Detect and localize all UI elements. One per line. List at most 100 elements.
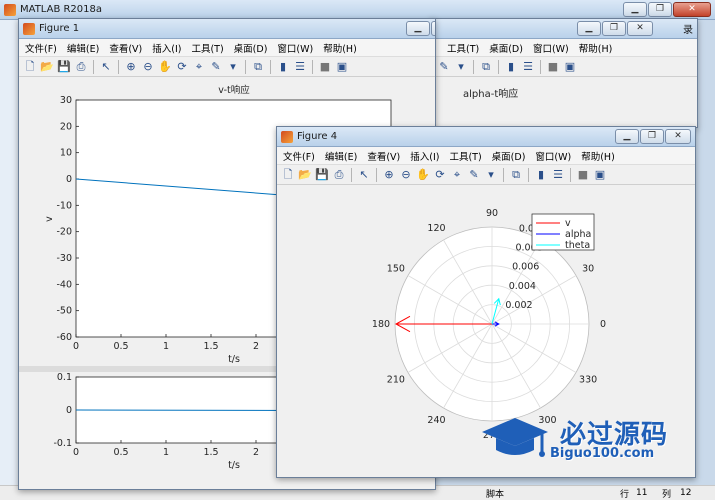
figure-bg-window: 录 ▁ ❐ ✕ 工具(T) 桌面(D) 窗口(W) 帮助(H) ✎ ▾ ⧉ ▮ ☰ ■… bbox=[430, 18, 698, 128]
figure4-menu-item-4[interactable]: 工具(T) bbox=[449, 149, 481, 163]
figure1-menu-item-0[interactable]: 文件(F) bbox=[25, 41, 57, 55]
brush-icon[interactable]: ✎ bbox=[467, 168, 481, 182]
show-tools-icon[interactable]: ▣ bbox=[563, 60, 577, 74]
figure4-menu-item-0[interactable]: 文件(F) bbox=[283, 149, 315, 163]
minimize-button[interactable]: ▁ bbox=[623, 2, 647, 17]
save-icon[interactable]: 💾 bbox=[57, 60, 71, 74]
zoom-out-icon[interactable]: ⊖ bbox=[399, 168, 413, 182]
v-t-ytick-label: 20 bbox=[60, 121, 72, 132]
hide-tools-icon[interactable]: ■ bbox=[318, 60, 332, 74]
v-t-ylabel: v bbox=[44, 216, 55, 222]
data-cursor-icon[interactable]: ✎ bbox=[437, 60, 451, 74]
show-tools-icon[interactable]: ▣ bbox=[335, 60, 349, 74]
figure1-menu-item-7[interactable]: 帮助(H) bbox=[323, 41, 357, 55]
data-cursor-icon[interactable]: ⌖ bbox=[450, 168, 464, 182]
brush-icon[interactable]: ▾ bbox=[454, 60, 468, 74]
bottom-xtick-label: 1.5 bbox=[203, 447, 218, 458]
dropdown-icon[interactable]: ▾ bbox=[226, 60, 240, 74]
figure4-maximize-button[interactable]: ❐ bbox=[640, 129, 664, 144]
hide-tools-icon[interactable]: ■ bbox=[576, 168, 590, 182]
legend-icon[interactable]: ☰ bbox=[521, 60, 535, 74]
legend-icon[interactable]: ☰ bbox=[293, 60, 307, 74]
link-icon[interactable]: ⧉ bbox=[251, 60, 265, 74]
v-t-xtick-label: 1 bbox=[163, 341, 169, 352]
v-t-plot-title: v-t响应 bbox=[218, 84, 250, 96]
new-figure-icon[interactable]: 🗋 bbox=[281, 168, 295, 182]
figure4-menu-item-5[interactable]: 桌面(D) bbox=[492, 149, 526, 163]
figure4-menu-item-7[interactable]: 帮助(H) bbox=[581, 149, 615, 163]
graduation-cap-icon bbox=[482, 418, 548, 457]
figure1-maximize-button[interactable]: ❐ bbox=[431, 21, 435, 36]
status-script: 脚本 bbox=[486, 489, 505, 500]
v-t-ytick-label: -10 bbox=[56, 200, 72, 211]
pan-icon[interactable]: ✋ bbox=[416, 168, 430, 182]
figure1-menu-item-2[interactable]: 查看(V) bbox=[109, 41, 142, 55]
zoom-out-icon[interactable]: ⊖ bbox=[141, 60, 155, 74]
show-tools-icon[interactable]: ▣ bbox=[593, 168, 607, 182]
link-icon[interactable]: ⧉ bbox=[479, 60, 493, 74]
figure1-menu-item-5[interactable]: 桌面(D) bbox=[234, 41, 268, 55]
figure4-menu-item-1[interactable]: 编辑(E) bbox=[325, 149, 357, 163]
polar-angle-label: 330 bbox=[579, 375, 597, 386]
figure-bg-titlebar[interactable]: 录 bbox=[431, 19, 697, 39]
figure-bg-window-controls: ▁ ❐ ✕ bbox=[577, 21, 653, 36]
figure1-minimize-button[interactable]: ▁ bbox=[406, 21, 430, 36]
polar-radial-label: 0.002 bbox=[505, 300, 532, 311]
brush-icon[interactable]: ✎ bbox=[209, 60, 223, 74]
pan-icon[interactable]: ✋ bbox=[158, 60, 172, 74]
close-button[interactable]: ✕ bbox=[673, 2, 711, 17]
polar-angle-label: 180 bbox=[372, 319, 390, 330]
colorbar-icon[interactable]: ▮ bbox=[534, 168, 548, 182]
figure-icon bbox=[23, 22, 35, 35]
figure1-menu-item-4[interactable]: 工具(T) bbox=[191, 41, 223, 55]
legend-icon[interactable]: ☰ bbox=[551, 168, 565, 182]
edit-plot-icon[interactable]: ↖ bbox=[357, 168, 371, 182]
figure-bg-maximize-button[interactable]: ❐ bbox=[602, 21, 626, 36]
print-icon[interactable]: ⎙ bbox=[332, 168, 346, 182]
zoom-in-icon[interactable]: ⊕ bbox=[382, 168, 396, 182]
figure4-menu-item-6[interactable]: 窗口(W) bbox=[535, 149, 571, 163]
data-cursor-icon[interactable]: ⌖ bbox=[192, 60, 206, 74]
rotate-icon[interactable]: ⟳ bbox=[433, 168, 447, 182]
open-file-icon[interactable]: 📂 bbox=[40, 60, 54, 74]
polar-angle-label: 240 bbox=[427, 415, 445, 426]
figure1-menu-item-6[interactable]: 窗口(W) bbox=[277, 41, 313, 55]
figure-bg-menubar: 工具(T) 桌面(D) 窗口(W) 帮助(H) bbox=[431, 39, 697, 57]
figure-bg-minimize-button[interactable]: ▁ bbox=[577, 21, 601, 36]
v-t-xtick-label: 0 bbox=[73, 341, 79, 352]
colorbar-icon[interactable]: ▮ bbox=[276, 60, 290, 74]
save-icon[interactable]: 💾 bbox=[315, 168, 329, 182]
print-icon[interactable]: ⎙ bbox=[74, 60, 88, 74]
figure-bg-menu-item-1[interactable]: 桌面(D) bbox=[489, 41, 523, 55]
polar-legend[interactable]: valphatheta bbox=[531, 213, 595, 251]
figure1-menu-item-1[interactable]: 编辑(E) bbox=[67, 41, 99, 55]
figure4-minimize-button[interactable]: ▁ bbox=[615, 129, 639, 144]
edit-plot-icon[interactable]: ↖ bbox=[99, 60, 113, 74]
rotate-icon[interactable]: ⟳ bbox=[175, 60, 189, 74]
hide-tools-icon[interactable]: ■ bbox=[546, 60, 560, 74]
figure1-title: Figure 1 bbox=[39, 23, 80, 34]
v-t-xtick-label: 1.5 bbox=[203, 341, 218, 352]
maximize-button[interactable]: ❐ bbox=[648, 2, 672, 17]
polar-angle-label: 210 bbox=[387, 375, 405, 386]
zoom-in-icon[interactable]: ⊕ bbox=[124, 60, 138, 74]
figure1-titlebar[interactable]: Figure 1 bbox=[19, 19, 435, 39]
bottom-ytick-label: 0 bbox=[66, 405, 72, 416]
figure-bg-menu-item-2[interactable]: 窗口(W) bbox=[533, 41, 569, 55]
figure-bg-menu-item-0[interactable]: 工具(T) bbox=[447, 41, 479, 55]
matlab-titlebar[interactable]: MATLAB R2018a bbox=[0, 0, 715, 20]
figure4-close-button[interactable]: ✕ bbox=[665, 129, 691, 144]
bottom-xtick-label: 0 bbox=[73, 447, 79, 458]
figure4-menu-item-3[interactable]: 插入(I) bbox=[410, 149, 439, 163]
figure1-menu-item-3[interactable]: 插入(I) bbox=[152, 41, 181, 55]
figure-bg-close-button[interactable]: ✕ bbox=[627, 21, 653, 36]
polar-radial-label: 0.006 bbox=[512, 262, 539, 273]
figure-bg-menu-item-3[interactable]: 帮助(H) bbox=[579, 41, 613, 55]
open-file-icon[interactable]: 📂 bbox=[298, 168, 312, 182]
new-figure-icon[interactable]: 🗋 bbox=[23, 60, 37, 74]
status-row-label: 行 bbox=[620, 489, 630, 500]
dropdown-icon[interactable]: ▾ bbox=[484, 168, 498, 182]
figure4-menu-item-2[interactable]: 查看(V) bbox=[367, 149, 400, 163]
colorbar-icon[interactable]: ▮ bbox=[504, 60, 518, 74]
link-icon[interactable]: ⧉ bbox=[509, 168, 523, 182]
